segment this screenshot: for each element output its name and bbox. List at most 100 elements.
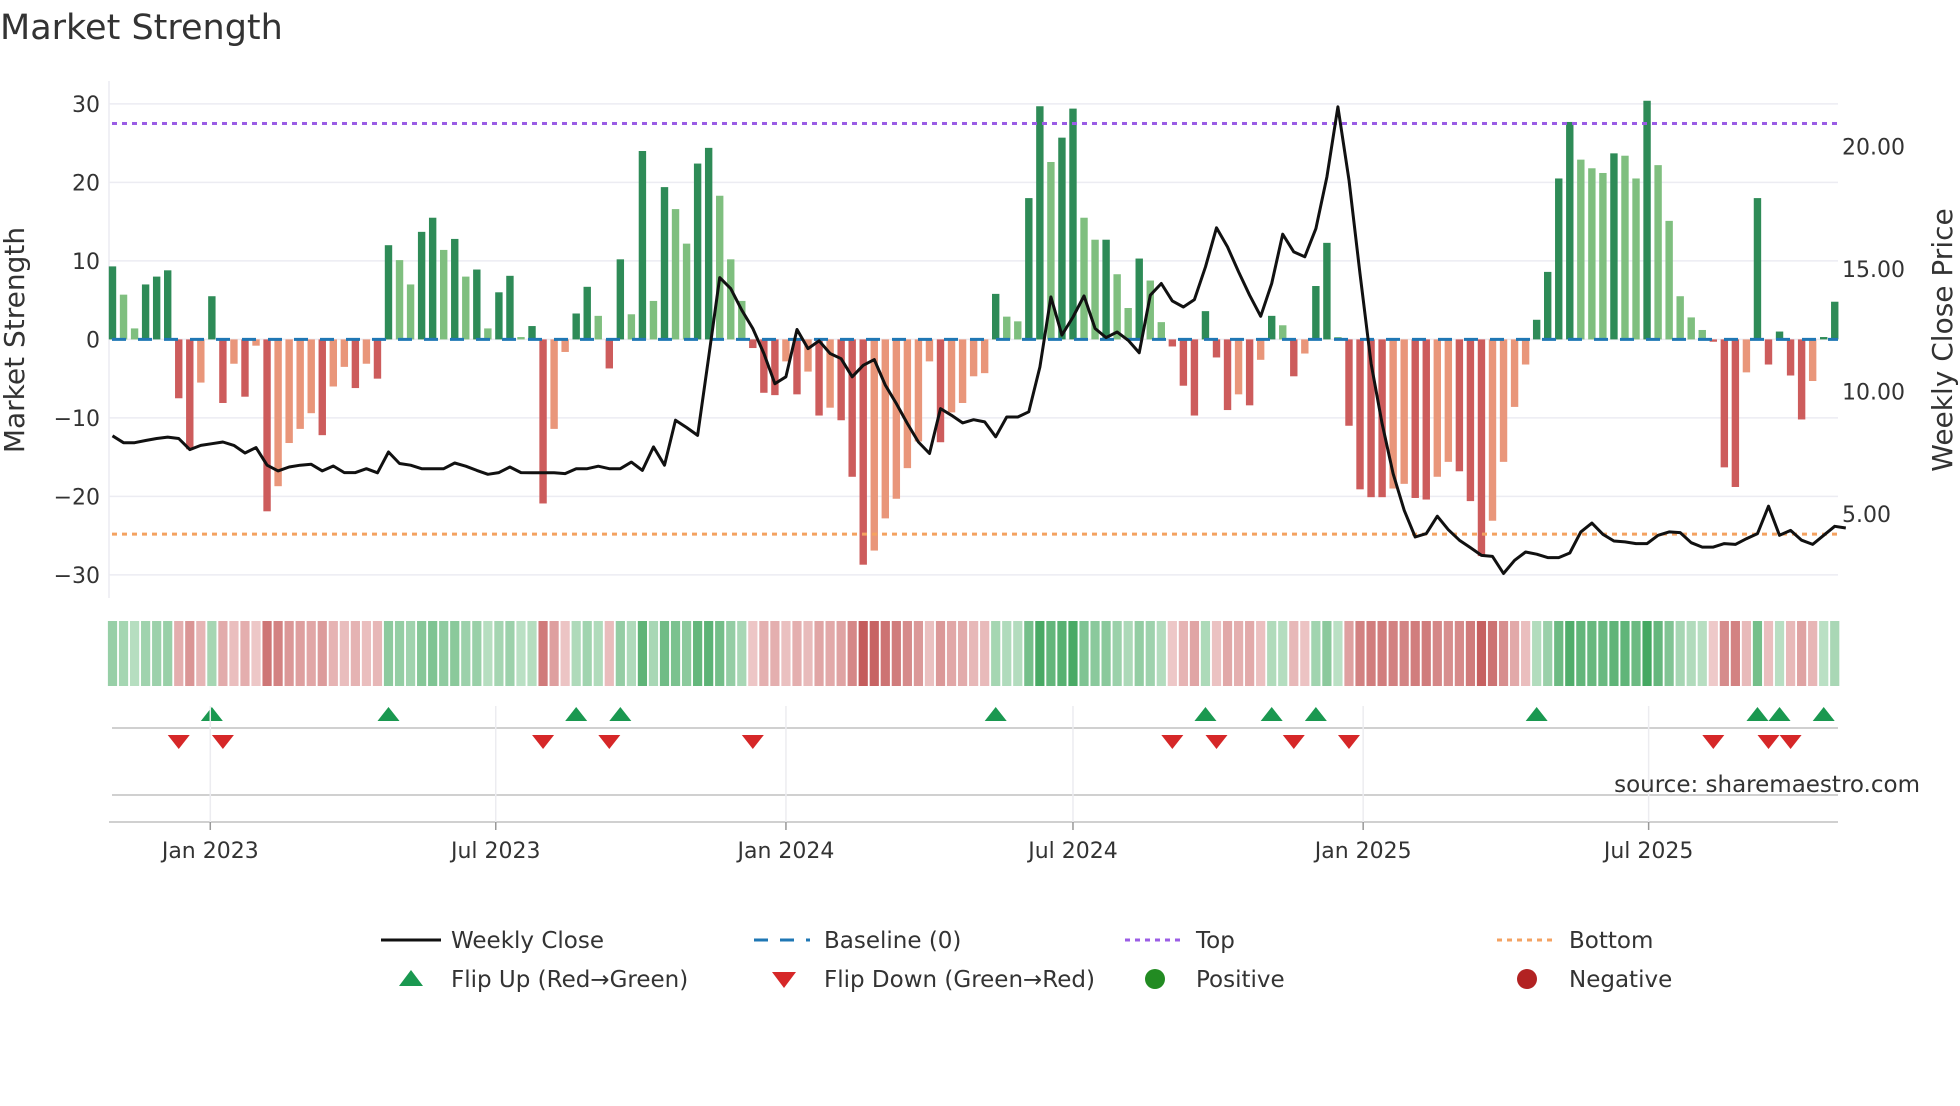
strip-cell <box>737 621 747 686</box>
strip-cell <box>251 621 261 686</box>
strip-cell <box>814 621 824 686</box>
strip-cell <box>107 621 118 686</box>
strip-cell <box>560 621 570 686</box>
strength-bar <box>782 339 790 362</box>
strength-bar <box>671 209 680 340</box>
strip-cell <box>726 621 736 686</box>
strength-bar <box>208 296 216 340</box>
strength-bar <box>550 339 558 429</box>
strength-bar <box>594 315 602 340</box>
strip-cell <box>913 621 924 686</box>
strength-bar <box>1036 106 1044 340</box>
strength-bar <box>1808 339 1817 382</box>
strip-cell <box>284 621 294 686</box>
strip-cell <box>295 621 305 686</box>
strength-bar <box>1157 322 1165 340</box>
strength-bar <box>119 294 128 340</box>
strip-cell <box>1554 621 1564 686</box>
strip-cell <box>1366 621 1376 686</box>
legend-label: Positive <box>1196 967 1285 993</box>
strip-cell <box>350 621 360 686</box>
legend-negative-icon <box>1517 969 1537 989</box>
legend-label: Weekly Close <box>451 928 604 954</box>
strip-cell <box>1256 621 1266 686</box>
y-axis-label: Market Strength <box>0 227 31 453</box>
strength-bar <box>417 231 426 340</box>
strength-bar <box>351 339 360 389</box>
flip-down-marker <box>1337 735 1360 749</box>
strength-bar <box>992 293 1000 340</box>
strip-cell <box>405 621 416 686</box>
strip-cell <box>538 621 548 686</box>
strip-cell <box>836 621 846 686</box>
strength-bar <box>152 276 161 340</box>
strip-cell <box>770 621 780 686</box>
strip-cell <box>792 621 802 686</box>
strength-bar <box>1268 315 1276 340</box>
y-tick-label: 0 <box>86 328 100 353</box>
strength-bar <box>583 286 591 340</box>
strip-cell <box>604 621 614 686</box>
strength-bar <box>1643 100 1651 340</box>
strip-cell <box>1189 621 1200 686</box>
strip-cell <box>218 621 228 686</box>
strength-bar <box>1190 339 1199 416</box>
strip-cell <box>1112 621 1122 686</box>
strength-bar <box>1400 339 1408 484</box>
strength-bar <box>1201 311 1210 340</box>
strength-bar <box>141 284 150 340</box>
legend-flip-up-icon <box>399 970 423 986</box>
strip-cell <box>1046 621 1056 686</box>
strip-cell <box>1377 621 1387 686</box>
legend-label: Top <box>1195 928 1235 954</box>
strength-bar <box>1113 274 1121 340</box>
x-tick-label: Jan 2024 <box>735 839 834 864</box>
strength-bar <box>1599 172 1607 340</box>
strength-bar <box>1301 339 1309 354</box>
strength-bar <box>1345 339 1353 426</box>
strip-cell <box>483 621 493 686</box>
strength-bar <box>528 326 536 340</box>
strip-cell <box>1311 621 1321 686</box>
strength-bar <box>1654 165 1662 340</box>
strength-bar <box>440 249 448 340</box>
flip-up-marker <box>1525 707 1548 721</box>
strength-bar <box>1234 339 1243 395</box>
strength-bar <box>716 195 724 340</box>
strength-bar <box>815 339 823 416</box>
flip-down-marker <box>1702 735 1725 749</box>
strength-bar <box>186 339 194 450</box>
strength-bar <box>749 339 757 349</box>
strip-cell <box>1730 621 1740 686</box>
strip-cell <box>1134 621 1144 686</box>
strip-cell <box>1664 621 1674 686</box>
strength-bar <box>793 339 801 395</box>
flip-up-marker <box>565 707 588 721</box>
strength-bar <box>969 339 978 377</box>
strip-cell <box>494 621 504 686</box>
strip-cell <box>1675 621 1685 686</box>
strength-bar <box>660 187 669 340</box>
strip-cell <box>1322 621 1332 686</box>
strength-bar <box>1665 220 1673 340</box>
strip-cell <box>1631 621 1641 686</box>
strength-bar <box>980 339 989 374</box>
strip-cell <box>1233 621 1244 686</box>
strip-cell <box>372 621 383 686</box>
strip-cell <box>1774 621 1785 686</box>
strip-cell <box>648 621 659 686</box>
strip-cell <box>185 621 195 686</box>
strength-bar <box>1245 339 1254 406</box>
strength-bar <box>892 339 901 499</box>
strip-cell <box>1410 621 1420 686</box>
strength-bar <box>572 313 580 340</box>
strip-cell <box>1167 621 1177 686</box>
strength-bar <box>428 217 437 340</box>
flip-down-marker <box>1757 735 1780 749</box>
strength-bar <box>947 339 956 413</box>
strength-bar <box>605 339 613 369</box>
strength-bar <box>848 339 856 477</box>
strength-bar <box>517 337 525 340</box>
strength-bar <box>506 275 514 340</box>
strength-bar <box>395 260 404 340</box>
